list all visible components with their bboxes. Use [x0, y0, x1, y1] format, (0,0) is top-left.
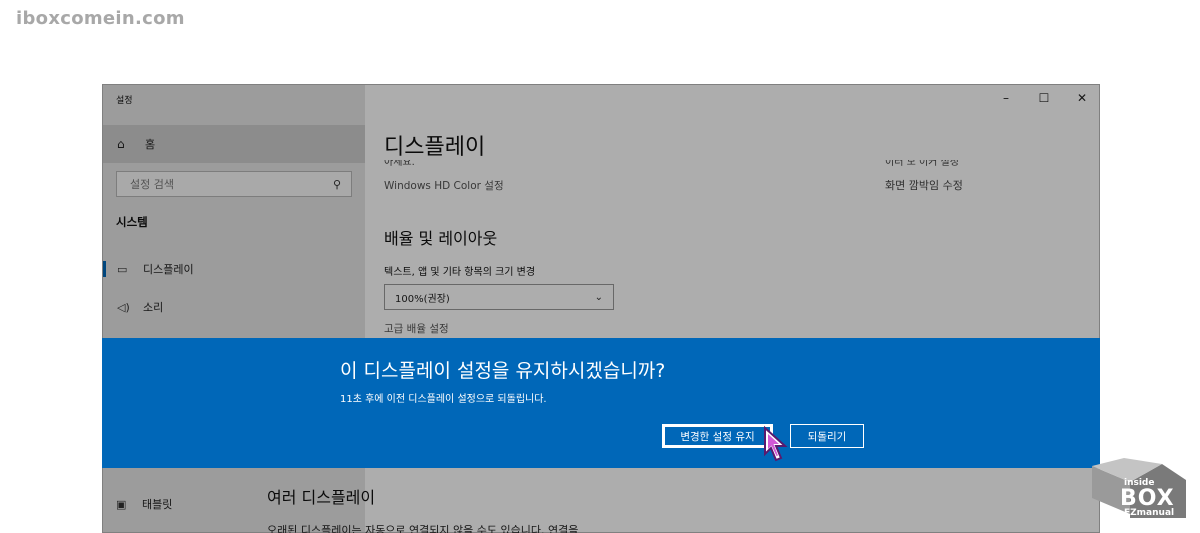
dialog-countdown: 11초 후에 이전 디스플레이 설정으로 되돌립니다.: [340, 394, 547, 405]
dialog-title: 이 디스플레이 설정을 유지하시겠습니까?: [340, 360, 666, 382]
watermark-text: iboxcomein.com: [16, 8, 185, 29]
screenshot-stage: iboxcomein.com 설정 ⌂ 홈 설정 검색 ⚲ 시스템 ▭ 디스플레…: [0, 0, 1200, 533]
mouse-pointer-icon: [764, 425, 788, 462]
logo-text-bottom: EZmanual: [1124, 508, 1175, 518]
keep-changes-button[interactable]: 변경한 설정 유지: [661, 423, 774, 449]
keep-settings-dialog: 이 디스플레이 설정을 유지하시겠습니까? 11초 후에 이전 디스플레이 설정…: [102, 338, 1100, 468]
revert-button[interactable]: 되돌리기: [790, 424, 864, 448]
